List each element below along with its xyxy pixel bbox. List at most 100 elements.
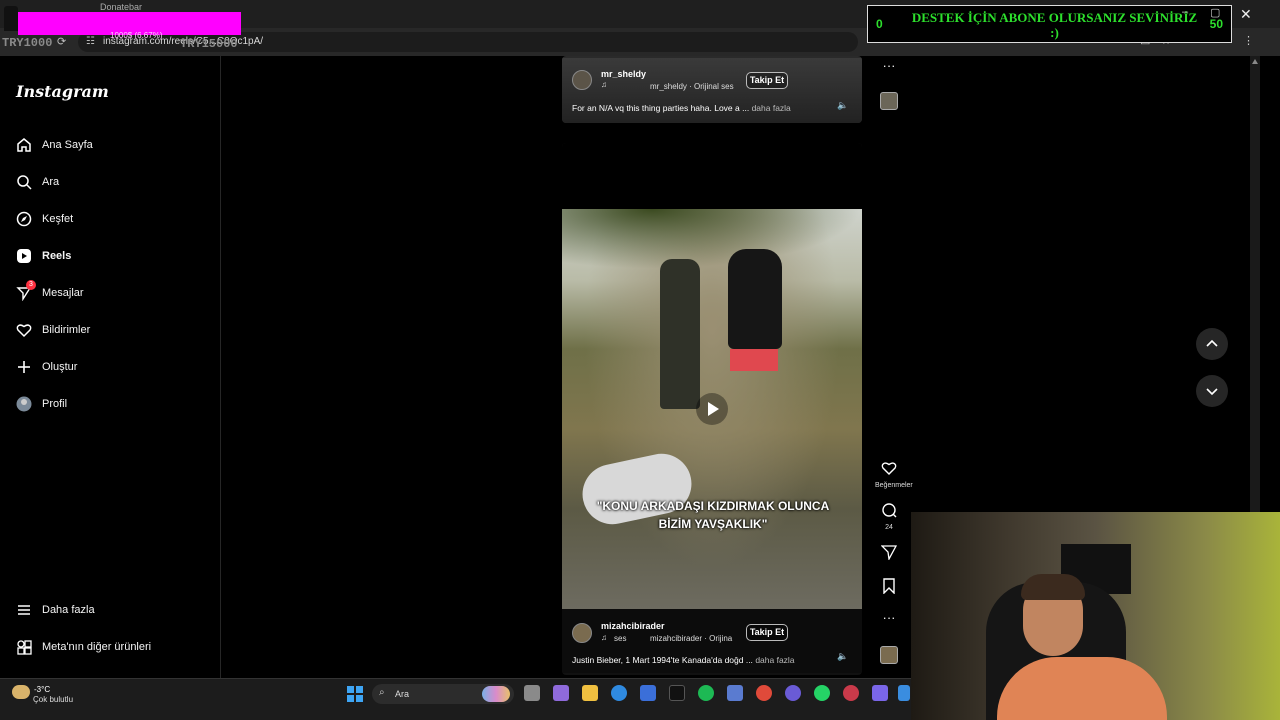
- avatar[interactable]: [572, 70, 592, 90]
- video-letterbox: [562, 143, 862, 209]
- desc-text: Justin Bieber, 1 Mart 1994'te Kanada'da …: [572, 655, 753, 665]
- sound-icon[interactable]: 🔈: [837, 651, 848, 662]
- save-button[interactable]: [875, 578, 903, 599]
- chevron-down-icon: [1206, 388, 1218, 396]
- app-icon[interactable]: [727, 685, 743, 701]
- reload-icon[interactable]: ⟳: [57, 35, 66, 48]
- tiktok-icon[interactable]: [669, 685, 685, 701]
- search-icon: ⌕: [379, 687, 385, 698]
- nav-home[interactable]: Ana Sayfa: [16, 133, 93, 157]
- more-options-icon[interactable]: ···: [875, 610, 903, 625]
- nav-profile[interactable]: Profil: [16, 392, 67, 416]
- taskbar-search-placeholder: Ara: [395, 689, 410, 699]
- weather-temp[interactable]: -3°C: [34, 685, 50, 694]
- post-description: Justin Bieber, 1 Mart 1994'te Kanada'da …: [572, 655, 795, 665]
- nav-reels[interactable]: Reels: [16, 244, 71, 268]
- avatar[interactable]: [572, 623, 592, 643]
- telegram-icon[interactable]: [898, 685, 910, 701]
- audio-thumbnail[interactable]: [880, 92, 898, 110]
- nav-meta-products[interactable]: Meta'nın diğer ürünleri: [16, 635, 151, 659]
- post-meta: mr_sheldy ♫ mr_sheldy · Orijinal ses Tak…: [562, 58, 862, 123]
- share-button[interactable]: [875, 544, 903, 565]
- username[interactable]: mr_sheldy: [601, 69, 646, 79]
- donate-widget-left: [4, 14, 18, 31]
- nav-label: Meta'nın diğer ürünleri: [42, 641, 152, 653]
- nav-notifications[interactable]: Bildirimler: [16, 318, 90, 342]
- taskbar: -3°C Çok bulutlu ⌕ Ara: [0, 678, 911, 720]
- follow-button[interactable]: Takip Et: [746, 72, 788, 89]
- music-icon: ♫: [601, 633, 607, 642]
- sound-icon[interactable]: 🔈: [837, 100, 848, 111]
- webcam-streamer-body: [997, 657, 1167, 720]
- hamburger-icon: [16, 602, 32, 618]
- next-reel-button[interactable]: [1196, 375, 1228, 407]
- more-link[interactable]: daha fazla: [755, 655, 794, 665]
- site-info-icon[interactable]: ☷: [86, 36, 95, 47]
- audio-thumbnail[interactable]: [880, 646, 898, 664]
- nav-label: Profil: [42, 398, 68, 410]
- file-explorer-icon[interactable]: [582, 685, 598, 701]
- follow-button[interactable]: Takip Et: [746, 624, 788, 641]
- play-button[interactable]: [696, 393, 728, 425]
- sidebar: Instagram Ana Sayfa Ara Keşfet Reels 3 M…: [0, 56, 221, 678]
- subscriber-goal-overlay: 0 DESTEK İÇİN ABONE OLURSANIZ SEVİNİRİZ …: [867, 5, 1232, 43]
- video-shorts: [730, 349, 778, 371]
- windows-start-icon[interactable]: [347, 686, 363, 702]
- copilot-icon[interactable]: [553, 685, 569, 701]
- meta-apps-icon: [16, 639, 32, 655]
- username[interactable]: mizahcibirader: [601, 621, 665, 631]
- taskbar-search[interactable]: ⌕ Ara: [372, 684, 514, 704]
- audio-name[interactable]: mizahcibirader · Orijina: [650, 634, 732, 643]
- nav-label: Mesajlar: [42, 287, 84, 299]
- window-close-icon[interactable]: ✕: [1240, 6, 1252, 23]
- weather-desc[interactable]: Çok bulutlu: [33, 695, 73, 704]
- nav-label: Keşfet: [42, 213, 74, 225]
- store-icon[interactable]: [640, 685, 656, 701]
- instagram-logo[interactable]: Instagram: [16, 82, 109, 101]
- more-options-icon[interactable]: ···: [875, 58, 903, 73]
- chrome-icon[interactable]: [756, 685, 772, 701]
- reel-card[interactable]: "KONU ARKADAŞI KIZDIRMAK OLUNCA BİZİM YA…: [562, 143, 862, 675]
- app-icon[interactable]: [843, 685, 859, 701]
- search-icon: [16, 174, 32, 190]
- task-view-icon[interactable]: [524, 685, 540, 701]
- audio-name[interactable]: mr_sheldy · Orijinal ses: [650, 82, 734, 91]
- spotify-icon[interactable]: [698, 685, 714, 701]
- more-link[interactable]: daha fazla: [752, 103, 791, 113]
- chevron-up-icon: [1206, 339, 1218, 347]
- nav-messages[interactable]: 3 Mesajlar: [16, 280, 84, 305]
- nav-more[interactable]: Daha fazla: [16, 598, 95, 622]
- video-person: [660, 259, 700, 409]
- edge-icon[interactable]: [611, 685, 627, 701]
- nav-create[interactable]: Oluştur: [16, 355, 77, 379]
- donate-title: Donatebar: [100, 2, 143, 12]
- reel-card-previous[interactable]: mr_sheldy ♫ mr_sheldy · Orijinal ses Tak…: [562, 56, 862, 123]
- video-trees: [562, 209, 862, 269]
- compass-icon: [16, 211, 32, 227]
- webcam-streamer-hair: [1021, 574, 1085, 600]
- post-meta: mizahcibirader ♫ ses mizahcibirader · Or…: [562, 609, 862, 673]
- screen: ⟳ ☷ instagram.com/reels/C5...C0Oc1pA/ 10…: [0, 0, 1280, 720]
- nav-search[interactable]: Ara: [16, 170, 59, 194]
- like-button[interactable]: Beğenmeler: [875, 460, 913, 489]
- heart-icon: [16, 322, 32, 338]
- app-icon[interactable]: [785, 685, 801, 701]
- reel-video[interactable]: "KONU ARKADAŞI KIZDIRMAK OLUNCA BİZİM YA…: [562, 209, 862, 609]
- donate-min-label: TRY1000: [2, 36, 53, 50]
- donate-max-label: TRY15000: [180, 37, 238, 51]
- window-minimize-icon[interactable]: –: [1182, 6, 1188, 18]
- page-scrollbar[interactable]: [1250, 56, 1260, 512]
- previous-reel-button[interactable]: [1196, 328, 1228, 360]
- goal-text: DESTEK İÇİN ABONE OLURSANIZ SEVİNİRİZ :): [911, 10, 1198, 40]
- discord-icon[interactable]: [872, 685, 888, 701]
- nav-explore[interactable]: Keşfet: [16, 207, 73, 231]
- scroll-up-arrow-icon[interactable]: [1252, 59, 1258, 64]
- window-maximize-icon[interactable]: ▢: [1210, 6, 1220, 19]
- search-highlight-image: [482, 686, 510, 702]
- comment-button[interactable]: 24: [875, 502, 903, 531]
- messenger-icon: 3: [16, 280, 36, 302]
- weather-icon[interactable]: [12, 685, 30, 699]
- browser-menu-icon[interactable]: ⋮: [1243, 34, 1254, 47]
- whatsapp-icon[interactable]: [814, 685, 830, 701]
- likes-label: Beğenmeler: [875, 482, 913, 489]
